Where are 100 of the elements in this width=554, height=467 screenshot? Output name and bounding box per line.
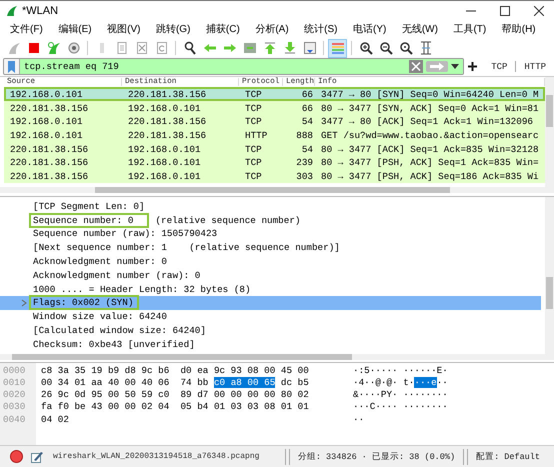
packet-row[interactable]: 220.181.38.156 192.168.0.101 TCP 303 80 → 3477 [PSH, ACK] Seq=186 Ack=835 Wi — [4, 170, 545, 184]
table-cell-text: 220.181.38.156 — [9, 144, 90, 155]
packet-count: 分组: 334826 · 已显示: 38 (0.0%) — [296, 450, 456, 463]
detail-row[interactable]: 1000 .... = Header Length: 32 bytes (8) — [0, 282, 541, 296]
table-cell-text: TCP — [244, 144, 263, 155]
field-text: Window size value: 64240 — [32, 311, 168, 322]
edit-icon[interactable] — [31, 450, 43, 463]
filter-button[interactable]: TCP — [487, 62, 512, 72]
scrollbar[interactable] — [0, 354, 554, 360]
filter-button[interactable]: HTTP — [520, 62, 550, 72]
colorize-icon[interactable] — [330, 41, 344, 56]
table-cell-text: 66 — [300, 102, 314, 114]
menu-item[interactable]: 视图(V) — [101, 22, 146, 36]
field-text: [TCP Segment Len: 0] — [32, 200, 146, 212]
down-arrow-icon[interactable] — [282, 41, 296, 56]
search-icon[interactable] — [182, 41, 196, 56]
menu-item[interactable]: 分析(A) — [249, 22, 295, 36]
packet-row[interactable]: 220.181.38.156 192.168.0.101 TCP 54 80 → 3477 [ACK] Seq=1 Ack=835 Win=32128 — [4, 142, 545, 156]
packet-row[interactable]: 220.181.38.156 192.168.0.101 TCP 66 80 → 3477 [SYN, ACK] Seq=0 Ack=1 Win=81 — [4, 101, 545, 115]
offset-label: 0040 — [2, 414, 26, 426]
menu-item[interactable]: 编辑(E) — [52, 22, 98, 36]
scrollbar[interactable] — [545, 77, 554, 188]
table-cell-text: 192.168.0.101 — [9, 116, 84, 128]
gear-icon[interactable] — [66, 41, 80, 56]
detail-row[interactable]: [Calculated window size: 64240] — [0, 324, 541, 338]
table-cell-text: TCP — [244, 116, 263, 128]
zoom-in-icon[interactable] — [358, 41, 372, 56]
hex-bytes: fa f0 be 43 00 00 02 04 05 b4 01 03 03 08 01 01 — [41, 401, 310, 414]
menu-item[interactable]: 电话(Y) — [347, 22, 392, 36]
field-text: Checksum: 0xbe43 [unverified] — [32, 338, 196, 350]
document-icon[interactable] — [114, 41, 128, 56]
zoom-out-icon[interactable] — [378, 41, 392, 56]
hex-bytes: c8 3a 35 19 b9 d8 9c b6 d0 ea 9c 93 08 00 45 00 — [41, 364, 310, 378]
plus-icon[interactable] — [468, 62, 478, 72]
packet-row[interactable]: 192.168.0.101 220.181.38.156 HTTP 888 GET /su?wd=www.taobao.&action=opensearc — [4, 128, 545, 142]
filter-input[interactable]: tcp.stream eq 719 — [20, 59, 410, 74]
packet-row[interactable]: 220.181.38.156 192.168.0.101 TCP 239 80 → 3477 [PSH, ACK] Seq=1 Ack=835 Win= — [4, 156, 545, 170]
close-file-icon[interactable] — [134, 41, 148, 56]
table-cell-text: 192.168.0.101 — [127, 170, 202, 182]
menu-item[interactable]: 帮助(H) — [496, 22, 542, 36]
ascii-bytes: &····PY· ········ — [353, 389, 448, 402]
table-cell-text: TCP — [244, 88, 263, 100]
maximize-icon[interactable] — [500, 6, 510, 16]
field-text: Flags: 0x002 (SYN) — [31, 297, 138, 308]
bookmark-icon[interactable] — [8, 60, 15, 73]
field-text: [Calculated window size: 64240] — [32, 324, 207, 336]
table-cell-text: 192.168.0.101 — [9, 130, 84, 141]
table-cell-text: 888 — [295, 130, 314, 141]
detail-row[interactable]: Acknowledgment number: 0 — [0, 254, 541, 268]
detail-row[interactable]: Acknowledgment number (raw): 0 — [0, 268, 541, 282]
table-cell-text: 192.168.0.101 — [127, 102, 202, 114]
close-icon[interactable] — [534, 6, 544, 16]
menu-item[interactable]: 无线(W) — [396, 22, 444, 36]
menu-item[interactable]: 跳转(G) — [150, 22, 196, 36]
detail-row[interactable]: [TCP Segment Len: 0] — [0, 199, 541, 214]
packet-row[interactable]: 192.168.0.101 220.181.38.156 TCP 66 3477 → 80 [SYN] Seq=0 Win=64240 Len=0 M — [4, 87, 545, 102]
scrollbar[interactable] — [0, 187, 554, 194]
table-cell-text: 192.168.0.101 — [9, 88, 84, 100]
table-cell-text: 80 → 3477 [PSH, ACK] Seq=1 Ack=835 Win= — [320, 157, 540, 168]
detail-row[interactable]: Checksum: 0xbe43 [unverified] — [0, 337, 541, 352]
detail-row[interactable]: Sequence number: 0 (relative sequence number) — [0, 213, 541, 227]
field-text: [Next sequence number: 1 (relative sequence number)] — [32, 242, 341, 254]
ascii-bytes: ·· — [353, 414, 366, 426]
status-dot-icon — [10, 450, 23, 464]
stop-icon[interactable] — [26, 41, 40, 56]
autoscroll-icon[interactable] — [302, 41, 316, 56]
detail-row[interactable]: Window size value: 64240 — [0, 310, 541, 324]
detail-row[interactable]: Sequence number (raw): 1505790423 — [0, 227, 541, 241]
menu-item[interactable]: 捕获(C) — [200, 22, 246, 36]
packet-row[interactable]: 192.168.0.101 220.181.38.156 TCP 54 3477 → 80 [ACK] Seq=1 Ack=1 Win=132096 — [4, 114, 545, 129]
ascii-bytes: ···C···· ········ — [353, 401, 448, 414]
filter-field[interactable]: tcp.stream eq 719 — [3, 58, 464, 76]
clear-icon[interactable] — [409, 60, 424, 74]
table-cell-text: 80 → 3477 [PSH, ACK] Seq=186 Ack=835 Wi — [320, 170, 540, 182]
dropdown-caret-icon[interactable] — [451, 64, 460, 70]
detail-row[interactable]: [Next sequence number: 1 (relative sequence number)] — [0, 240, 541, 255]
menu-item[interactable]: 工具(T) — [447, 22, 492, 36]
restart-icon[interactable] — [46, 41, 60, 56]
table-cell-text: 3477 → 80 [SYN] Seq=0 Win=64240 Len=0 M — [320, 88, 540, 100]
shark-fin-icon[interactable] — [6, 41, 20, 56]
table-cell-text: 80 → 3477 [ACK] Seq=1 Ack=835 Win=32128 — [320, 144, 540, 155]
offset-label: 0020 — [2, 389, 26, 402]
menu-item[interactable]: 统计(S) — [298, 22, 344, 36]
detail-row[interactable]: Flags: 0x002 (SYN) — [0, 296, 541, 310]
menu-item[interactable]: 文件(F) — [4, 22, 49, 36]
table-cell-text: 220.181.38.156 — [9, 102, 90, 114]
table-cell-text: 220.181.38.156 — [127, 88, 208, 100]
table-cell-text: 54 — [300, 144, 314, 155]
shark-fin-icon[interactable] — [6, 4, 18, 17]
profile-label[interactable]: 配置: Default — [472, 450, 544, 463]
zoom-reset-icon[interactable] — [398, 41, 412, 56]
up-arrow-icon[interactable] — [262, 41, 276, 56]
reload-icon[interactable] — [154, 41, 168, 56]
field-text: 1000 .... = Header Length: 32 bytes (8) — [32, 284, 252, 295]
scrollbar[interactable] — [545, 197, 554, 354]
table-cell-text: TCP — [244, 157, 263, 168]
table-cell-text: GET /su?wd=www.taobao.&action=opensearc — [320, 130, 540, 141]
resize-columns-icon[interactable] — [418, 41, 432, 56]
field-text: Acknowledgment number: 0 — [32, 256, 168, 267]
offset-label: 0030 — [2, 401, 26, 414]
